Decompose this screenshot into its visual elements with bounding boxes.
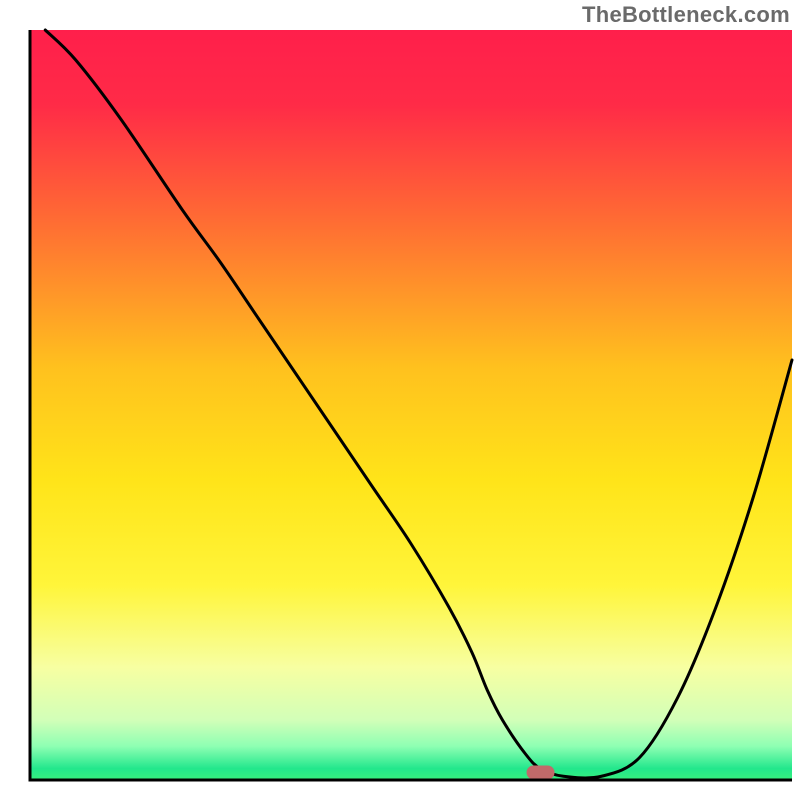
- bottleneck-chart: TheBottleneck.com: [0, 0, 800, 800]
- chart-svg: [0, 0, 800, 800]
- plot-area: [30, 30, 792, 780]
- plot-background: [30, 30, 792, 780]
- watermark-text: TheBottleneck.com: [582, 2, 790, 28]
- optimal-point-marker: [527, 766, 555, 780]
